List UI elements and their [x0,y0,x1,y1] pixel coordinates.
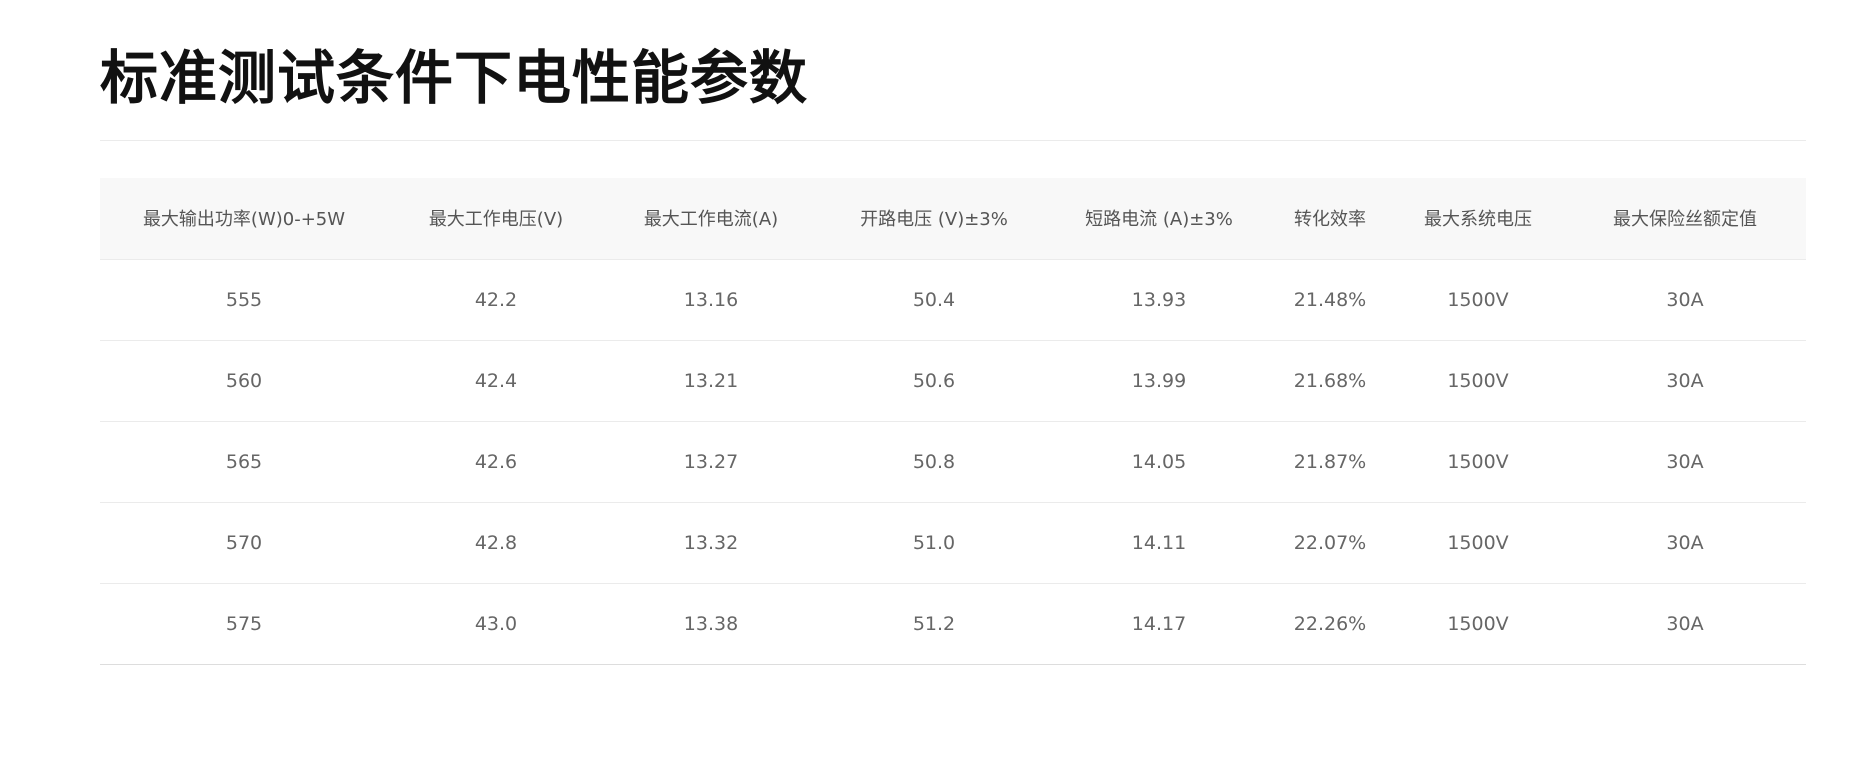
table-cell: 30A [1564,340,1806,422]
table-cell: 13.93 [1050,259,1268,341]
table-cell: 13.38 [604,583,818,665]
header-short-circuit-current: 短路电流 (A)±3% [1050,178,1268,260]
table-cell: 30A [1564,502,1806,584]
table-cell: 43.0 [388,583,604,665]
header-max-voltage: 最大工作电压(V) [388,178,604,260]
page-title: 标准测试条件下电性能参数 [100,44,809,112]
table-cell: 21.48% [1268,259,1392,341]
header-efficiency: 转化效率 [1268,178,1392,260]
header-open-circuit-voltage: 开路电压 (V)±3% [818,178,1050,260]
table-cell: 50.4 [818,259,1050,341]
table-cell: 21.87% [1268,421,1392,503]
table-row: 565 42.6 13.27 50.8 14.05 21.87% 1500V 3… [100,421,1806,503]
header-max-power: 最大输出功率(W)0-+5W [100,178,388,260]
table-cell: 42.8 [388,502,604,584]
table-cell: 1500V [1392,583,1564,665]
table-cell: 21.68% [1268,340,1392,422]
table-cell: 1500V [1392,502,1564,584]
table-header-row: 最大输出功率(W)0-+5W 最大工作电压(V) 最大工作电流(A) 开路电压 … [100,178,1806,260]
table-cell: 51.2 [818,583,1050,665]
table-row: 575 43.0 13.38 51.2 14.17 22.26% 1500V 3… [100,583,1806,665]
table-cell: 14.11 [1050,502,1268,584]
table-cell: 13.99 [1050,340,1268,422]
electrical-spec-table: 最大输出功率(W)0-+5W 最大工作电压(V) 最大工作电流(A) 开路电压 … [100,178,1806,665]
table-cell: 22.07% [1268,502,1392,584]
table-cell: 13.16 [604,259,818,341]
header-max-system-voltage: 最大系统电压 [1392,178,1564,260]
table-cell: 565 [100,421,388,503]
table-cell: 50.6 [818,340,1050,422]
table-cell: 14.05 [1050,421,1268,503]
table-cell: 51.0 [818,502,1050,584]
table-cell: 1500V [1392,259,1564,341]
table-cell: 13.21 [604,340,818,422]
table-row: 560 42.4 13.21 50.6 13.99 21.68% 1500V 3… [100,340,1806,422]
table-cell: 560 [100,340,388,422]
table-cell: 555 [100,259,388,341]
table-cell: 14.17 [1050,583,1268,665]
header-max-fuse-rating: 最大保险丝额定值 [1564,178,1806,260]
page: 标准测试条件下电性能参数 最大输出功率(W)0-+5W 最大工作电压(V) 最大… [0,0,1854,775]
title-divider [100,140,1806,141]
table-cell: 50.8 [818,421,1050,503]
table-cell: 30A [1564,421,1806,503]
header-max-current: 最大工作电流(A) [604,178,818,260]
table-cell: 575 [100,583,388,665]
table-cell: 570 [100,502,388,584]
table-row: 555 42.2 13.16 50.4 13.93 21.48% 1500V 3… [100,259,1806,341]
table-cell: 30A [1564,259,1806,341]
table-cell: 42.6 [388,421,604,503]
table-row: 570 42.8 13.32 51.0 14.11 22.07% 1500V 3… [100,502,1806,584]
table-cell: 30A [1564,583,1806,665]
table-cell: 13.27 [604,421,818,503]
table-cell: 1500V [1392,421,1564,503]
table-cell: 1500V [1392,340,1564,422]
table-cell: 42.2 [388,259,604,341]
table-cell: 13.32 [604,502,818,584]
table-cell: 22.26% [1268,583,1392,665]
table-cell: 42.4 [388,340,604,422]
